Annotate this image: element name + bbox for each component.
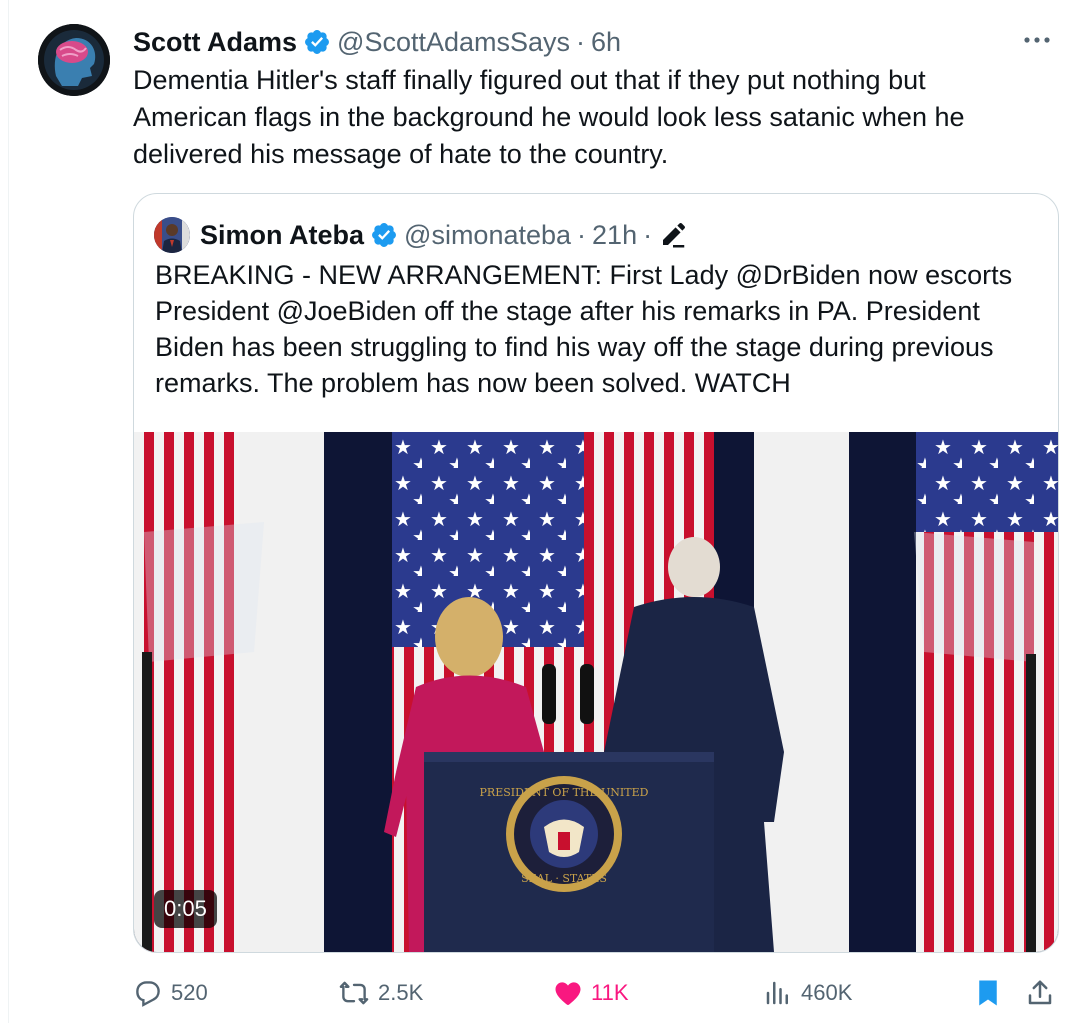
like-icon [555, 982, 581, 1005]
separator-dot: · [576, 26, 586, 57]
edit-icon[interactable] [658, 220, 688, 250]
quote-author-name[interactable]: Simon Ateba [200, 220, 364, 251]
tweet-text: Dementia Hitler's staff finally figured … [133, 65, 965, 169]
verified-badge-icon [372, 223, 396, 247]
reply-icon [136, 981, 160, 1007]
like-count: 11K [591, 980, 629, 1005]
video-frame: ★ ★ [134, 432, 1058, 952]
like-button[interactable]: 11K [553, 972, 629, 1014]
reply-button[interactable]: 520 [133, 972, 208, 1014]
quoted-tweet[interactable]: Simon Ateba @simonateba · 21h · BREAKING… [133, 193, 1059, 953]
views-count: 460K [801, 980, 853, 1005]
repost-button[interactable]: 2.5K [338, 972, 423, 1014]
repost-icon [339, 981, 369, 1005]
views-button[interactable]: 460K [763, 972, 852, 1014]
quote-time[interactable]: 21h [592, 220, 637, 251]
separator-dot: · [577, 219, 587, 250]
quote-author-handle[interactable]: @simonateba [404, 220, 571, 251]
quote-author-avatar[interactable] [154, 217, 190, 253]
share-button[interactable] [1025, 972, 1063, 1014]
action-bar: 520 2.5K 11K 460K [133, 972, 1063, 1014]
separator-dot: · [643, 219, 653, 250]
share-icon [1028, 980, 1052, 1005]
author-name[interactable]: Scott Adams [133, 27, 297, 58]
bookmark-icon [979, 980, 997, 1006]
tweet-header: Scott Adams @ScottAdamsSays · 6h [133, 24, 621, 60]
quote-text: BREAKING - NEW ARRANGEMENT: First Lady @… [155, 260, 1013, 398]
video-player[interactable]: ★ ★ [134, 432, 1058, 952]
seal-top-text: PRESIDENT OF THE UNITED [480, 786, 649, 799]
reply-count: 520 [171, 980, 208, 1005]
author-avatar[interactable] [38, 24, 110, 96]
verified-badge-icon [305, 30, 329, 54]
tweet-time[interactable]: 6h [591, 27, 621, 58]
bookmark-button[interactable] [973, 972, 1011, 1014]
video-timestamp: 0:05 [154, 890, 217, 928]
seal-bottom-text: SEAL · STATES [521, 872, 607, 885]
author-handle[interactable]: @ScottAdamsSays [337, 27, 570, 58]
repost-count: 2.5K [378, 980, 424, 1005]
more-icon[interactable] [1019, 26, 1055, 54]
views-icon [766, 981, 788, 1005]
quote-header: Simon Ateba @simonateba · 21h · [200, 217, 688, 253]
